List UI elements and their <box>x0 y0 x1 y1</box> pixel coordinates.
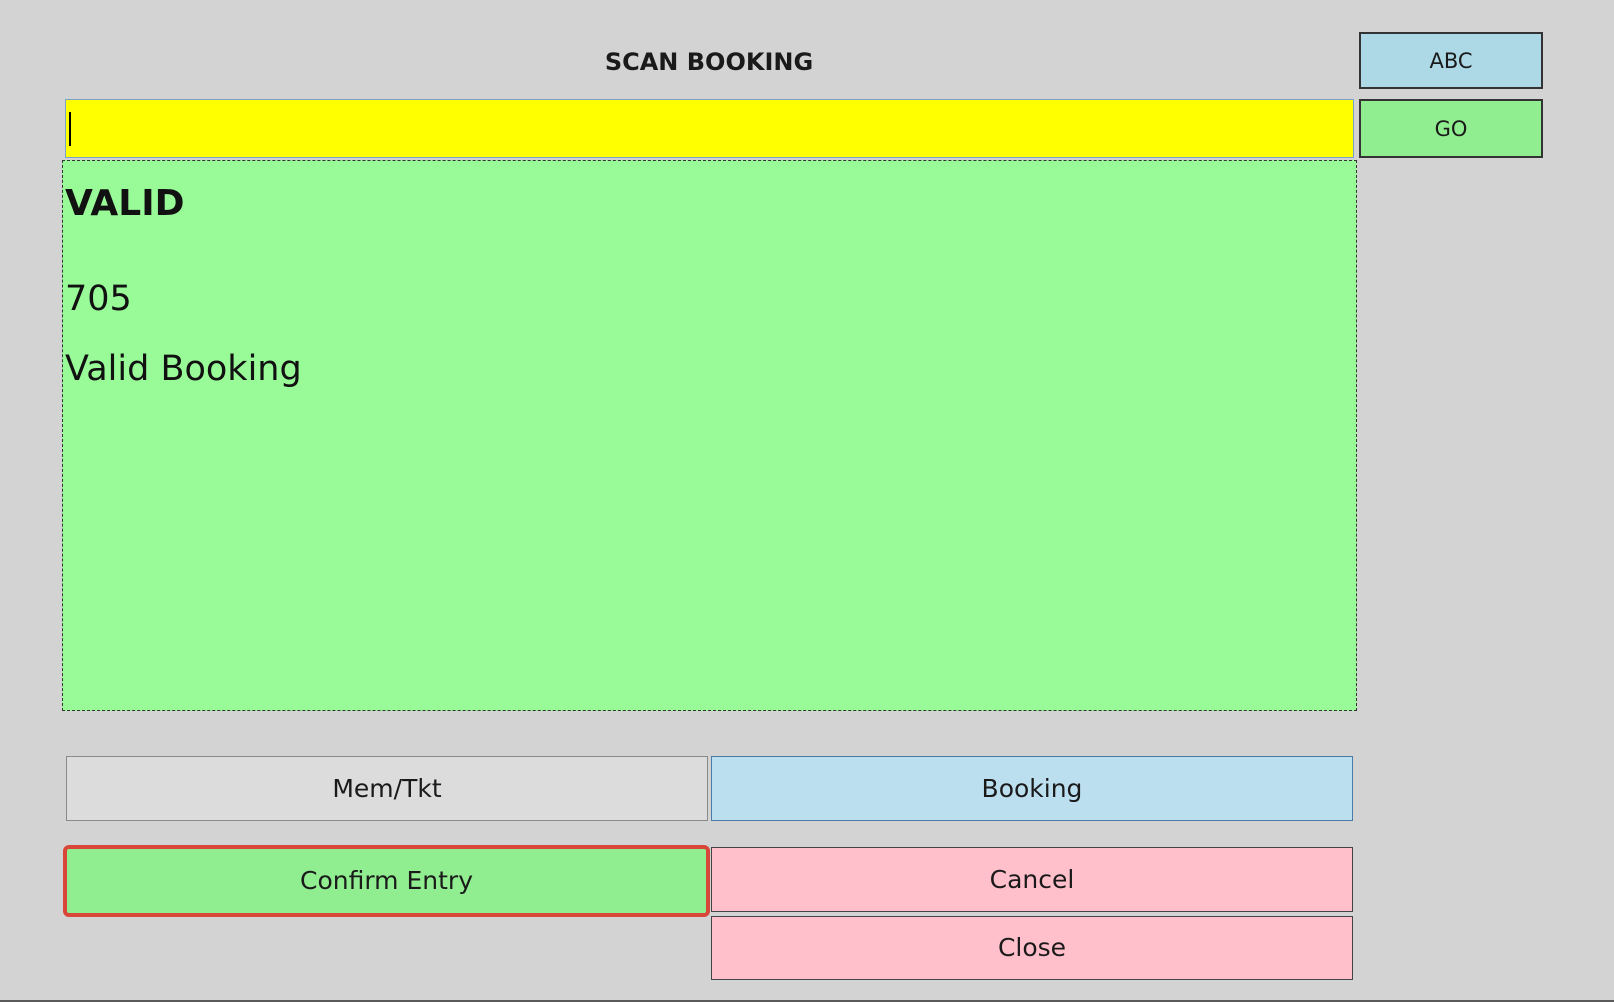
text-cursor <box>69 112 71 146</box>
go-button[interactable]: GO <box>1359 99 1543 158</box>
memtkt-mode-button[interactable]: Mem/Tkt <box>66 756 708 821</box>
abc-keyboard-button[interactable]: ABC <box>1359 32 1543 89</box>
page-title: SCAN BOOKING <box>604 48 814 76</box>
scan-input[interactable] <box>65 99 1354 158</box>
cancel-button[interactable]: Cancel <box>711 847 1353 912</box>
close-button[interactable]: Close <box>711 916 1353 980</box>
confirm-entry-button[interactable]: Confirm Entry <box>63 845 710 917</box>
scan-booking-window: SCAN BOOKING ABC GO VALID 705 Valid Book… <box>0 0 1614 1002</box>
booking-mode-button[interactable]: Booking <box>711 756 1353 821</box>
result-status: VALID <box>65 183 185 224</box>
booking-number: 705 <box>65 279 132 319</box>
result-panel: VALID 705 Valid Booking <box>62 160 1357 711</box>
result-message: Valid Booking <box>65 349 302 389</box>
